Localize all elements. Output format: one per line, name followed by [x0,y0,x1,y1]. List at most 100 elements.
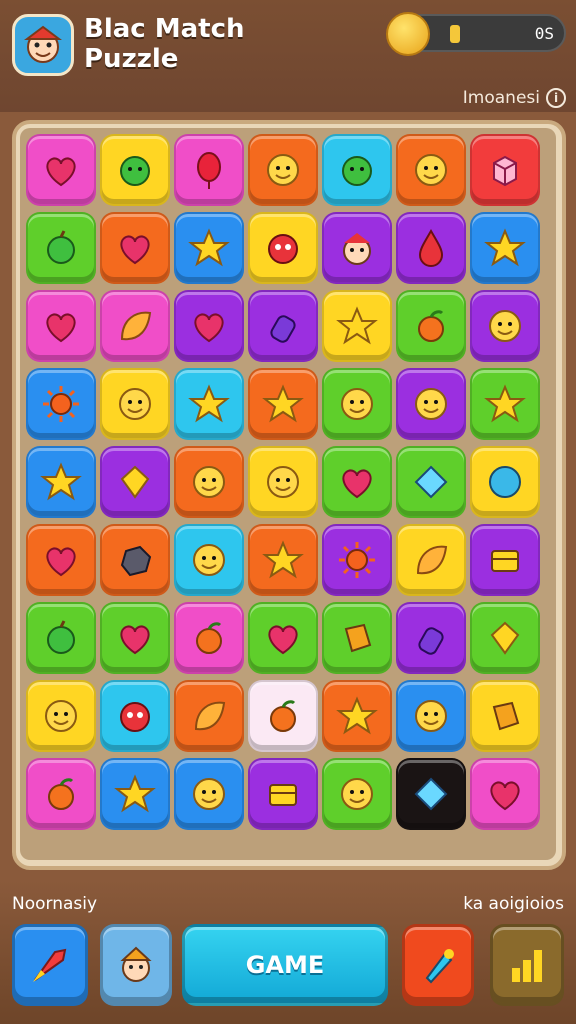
tile-yellow-face[interactable] [248,446,318,518]
sun-icon [339,542,375,578]
heart-icon [46,157,76,187]
face-icon [415,154,447,186]
drop-icon [418,229,444,267]
tile-pink-heart[interactable] [26,134,96,206]
tile-blue-sun[interactable] [26,368,96,440]
tile-yellow-ball[interactable] [470,446,540,518]
booster-button[interactable] [402,924,474,1006]
tile-green-diamond[interactable] [396,446,466,518]
coin-icon [386,12,430,56]
tile-orange-face[interactable] [248,134,318,206]
tile-blue-face[interactable] [174,758,244,830]
block-icon [344,623,372,653]
fruit-icon [418,310,444,342]
tile-cyan-blob[interactable] [322,134,392,206]
tile-green-face[interactable] [322,368,392,440]
fruit-icon [270,700,296,732]
tile-orange-star[interactable] [248,368,318,440]
tile-cyan-star[interactable] [174,368,244,440]
tile-green-heart[interactable] [322,446,392,518]
tile-orange-star[interactable] [248,524,318,596]
tile-orange-face[interactable] [396,134,466,206]
footer-right-label: ka aoigioios [463,894,564,914]
tile-purple-chest[interactable] [470,524,540,596]
heart-icon [120,235,150,265]
star-icon [40,462,82,501]
tile-green-fruit[interactable] [396,290,466,362]
fruit-icon [48,778,74,810]
tile-pink-fruit[interactable] [26,758,96,830]
tile-pink-heart[interactable] [26,290,96,362]
tile-purple-drop[interactable] [396,212,466,284]
gem-icon [490,621,520,655]
tile-blue-star[interactable] [100,758,170,830]
tile-purple-potion[interactable] [248,290,318,362]
tile-yellow-monster[interactable] [248,212,318,284]
rocket-icon [33,948,67,982]
tile-green-apple[interactable] [26,212,96,284]
tile-yellow-block[interactable] [470,680,540,752]
tile-green-star[interactable] [470,368,540,440]
rocket-button[interactable] [12,924,88,1006]
tile-orange-star[interactable] [322,680,392,752]
tile-green-gem[interactable] [470,602,540,674]
chest-icon [269,784,297,806]
tile-white-fruit[interactable] [248,680,318,752]
tile-yellow-leaf[interactable] [396,524,466,596]
tile-purple-potion[interactable] [396,602,466,674]
tile-orange-rock[interactable] [100,524,170,596]
tile-blue-face[interactable] [396,680,466,752]
tile-green-face[interactable] [322,758,392,830]
tile-purple-face[interactable] [396,368,466,440]
character-button[interactable] [100,924,172,1006]
tile-yellow-blob[interactable] [100,134,170,206]
tile-yellow-star[interactable] [322,290,392,362]
tile-black-diamond[interactable] [396,758,466,830]
tile-pink-heart[interactable] [470,758,540,830]
game-button[interactable]: GAME [182,924,388,1006]
coin-counter[interactable]: 0S [386,12,566,56]
monster-icon [120,702,150,732]
tile-purple-heart[interactable] [174,290,244,362]
tile-green-apple[interactable] [26,602,96,674]
tile-blue-star[interactable] [174,212,244,284]
star-icon [484,384,526,423]
tile-pink-balloon[interactable] [174,134,244,206]
tile-purple-character[interactable] [322,212,392,284]
tile-orange-face[interactable] [174,446,244,518]
tile-purple-chest[interactable] [248,758,318,830]
info-icon[interactable]: i [546,88,566,108]
face-icon [193,778,225,810]
face-icon [341,778,373,810]
heart-icon [194,313,224,343]
diamond-icon [414,465,448,499]
star-icon [188,228,230,267]
bottom-bar: Noornasiy ka aoigioios GAME [0,880,576,1024]
tile-purple-gem[interactable] [100,446,170,518]
star-icon [262,384,304,423]
tile-green-block[interactable] [322,602,392,674]
tile-cyan-monster[interactable] [100,680,170,752]
face-icon [45,700,77,732]
tile-red-cube[interactable] [470,134,540,206]
tile-orange-heart[interactable] [100,212,170,284]
stats-button[interactable] [490,924,564,1006]
mascot-icon [24,25,62,63]
sub-header-label: Imoanesi [462,88,540,108]
tile-cyan-face[interactable] [174,524,244,596]
tile-purple-face[interactable] [470,290,540,362]
tile-orange-leaf[interactable] [174,680,244,752]
tile-purple-sun[interactable] [322,524,392,596]
diamond-icon [414,777,448,811]
tile-pink-fruit[interactable] [174,602,244,674]
tile-pink-leaf[interactable] [100,290,170,362]
tile-blue-star[interactable] [470,212,540,284]
tile-yellow-face[interactable] [26,680,96,752]
tile-blue-star[interactable] [26,446,96,518]
tile-green-heart[interactable] [248,602,318,674]
tile-orange-heart[interactable] [26,524,96,596]
game-board [20,128,556,860]
tile-yellow-face[interactable] [100,368,170,440]
tile-green-heart[interactable] [100,602,170,674]
monster-icon [268,234,298,264]
